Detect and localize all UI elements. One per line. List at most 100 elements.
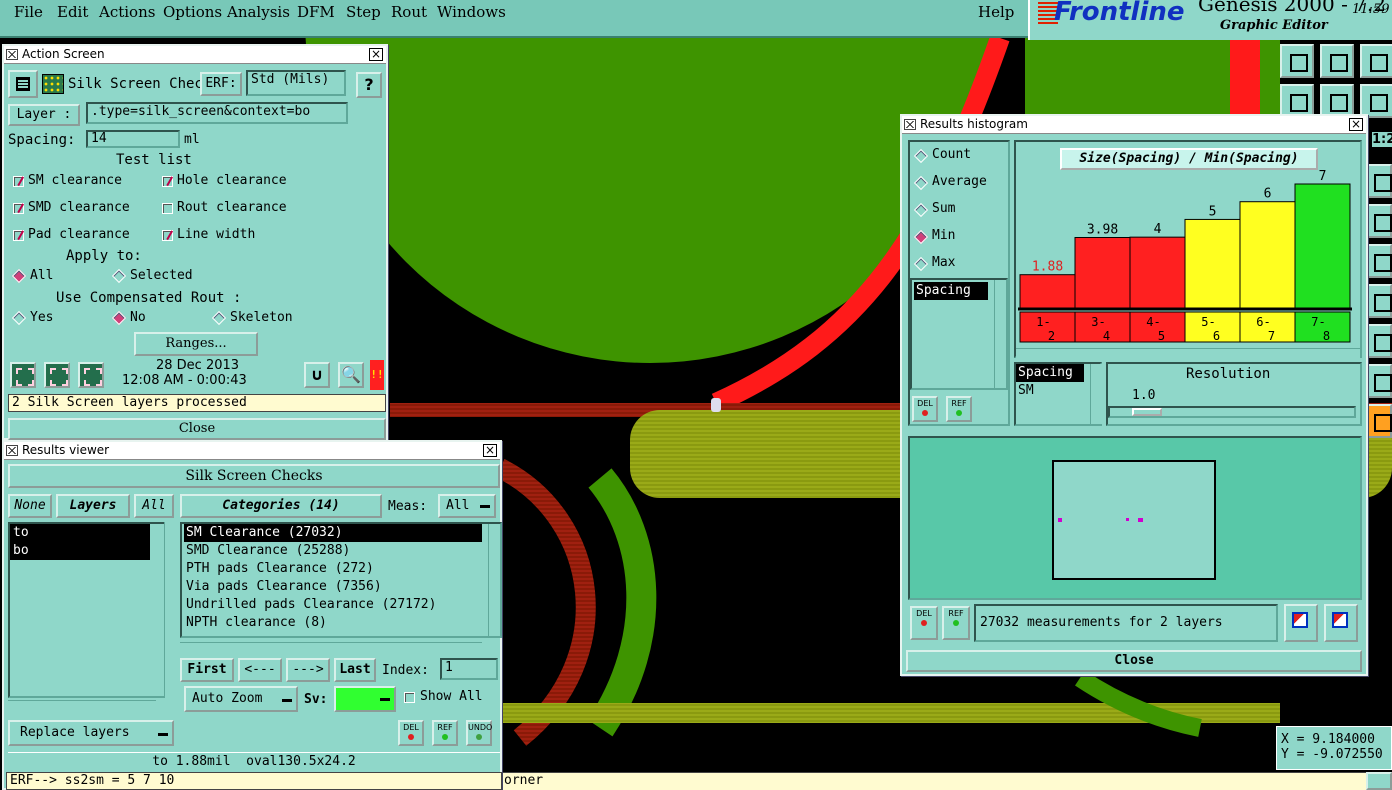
- legend-item[interactable]: SM: [1016, 382, 1100, 400]
- marker-pin[interactable]: [711, 398, 721, 412]
- bottom-right-button[interactable]: [1366, 772, 1392, 790]
- window-menu-icon[interactable]: [6, 445, 18, 456]
- test-checkbox[interactable]: [13, 203, 24, 214]
- tool-ruler[interactable]: [1364, 204, 1392, 238]
- histogram-chart[interactable]: 1.881-23.983-444-555-666-777-8: [1016, 170, 1360, 360]
- tool-zoom-home[interactable]: [1280, 44, 1314, 78]
- menu-help[interactable]: Help: [978, 3, 1014, 21]
- layer-item[interactable]: to: [10, 524, 150, 542]
- show-all-checkbox[interactable]: [404, 692, 415, 703]
- preview-ref-button[interactable]: REF: [942, 606, 970, 640]
- layers-all-button[interactable]: All: [134, 494, 174, 518]
- tool-highlight[interactable]: [1364, 364, 1392, 398]
- layer-button[interactable]: Layer :: [8, 104, 80, 126]
- magnify-icon[interactable]: 🔍: [338, 362, 364, 388]
- magnet-icon[interactable]: ∪: [304, 362, 330, 388]
- category-item[interactable]: Undrilled pads Clearance (27172): [184, 596, 500, 614]
- resolution-slider-handle[interactable]: [1132, 408, 1162, 416]
- next-button[interactable]: --->: [286, 658, 330, 682]
- menu-options[interactable]: Options: [163, 3, 222, 21]
- sv-color-dropdown[interactable]: [334, 686, 396, 712]
- preview-pane[interactable]: [908, 436, 1362, 600]
- prev-button[interactable]: <---: [238, 658, 282, 682]
- index-field[interactable]: 1: [440, 658, 498, 680]
- tool-measure[interactable]: [1364, 324, 1392, 358]
- chart-hscrollbar[interactable]: [1016, 348, 1360, 358]
- results-viewer-titlebar[interactable]: Results viewer ×: [4, 442, 500, 460]
- layer-filter-field[interactable]: .type=silk_screen&context=bo: [86, 102, 348, 124]
- category-item[interactable]: SM Clearance (27032): [184, 524, 482, 542]
- histogram-bar[interactable]: [1129, 236, 1186, 309]
- layers-none-button[interactable]: None: [8, 494, 52, 518]
- measure-item[interactable]: Spacing: [914, 282, 988, 300]
- close-icon[interactable]: ×: [1349, 118, 1363, 131]
- tool-layers[interactable]: [1364, 164, 1392, 198]
- tool-zoom-in[interactable]: [1320, 44, 1354, 78]
- erf-button[interactable]: ERF:: [200, 72, 242, 96]
- histogram-titlebar[interactable]: Results histogram ×: [902, 116, 1366, 134]
- categories-scrollbar[interactable]: [488, 524, 500, 636]
- test-checkbox[interactable]: [162, 176, 173, 187]
- ref-button[interactable]: REF: [432, 720, 458, 746]
- menu-edit[interactable]: Edit: [57, 3, 88, 21]
- run-selected-icon[interactable]: [44, 362, 70, 388]
- categories-button[interactable]: Categories (14): [180, 494, 382, 518]
- run-custom-icon[interactable]: [78, 362, 104, 388]
- legend-item[interactable]: Spacing: [1016, 364, 1084, 382]
- category-item[interactable]: PTH pads Clearance (272): [184, 560, 500, 578]
- preview-del-button[interactable]: DEL: [910, 606, 938, 640]
- layers-scrollbar[interactable]: [164, 522, 176, 698]
- close-icon[interactable]: ×: [369, 48, 383, 61]
- layers-hscrollbar[interactable]: [8, 700, 156, 710]
- tool-home[interactable]: [1360, 44, 1392, 78]
- tool-pan-left[interactable]: [1280, 84, 1314, 118]
- legend-scrollbar[interactable]: [1090, 364, 1102, 424]
- menu-actions[interactable]: Actions: [99, 3, 155, 21]
- test-checkbox[interactable]: [162, 203, 173, 214]
- legend-list[interactable]: Spacing SM: [1014, 362, 1102, 426]
- menu-analysis[interactable]: Analysis: [227, 3, 290, 21]
- measure-scrollbar[interactable]: [994, 280, 1006, 388]
- test-checkbox[interactable]: [13, 176, 24, 187]
- window-menu-icon[interactable]: [904, 119, 916, 130]
- histogram-bar[interactable]: [1184, 218, 1241, 309]
- categories-hscrollbar[interactable]: [180, 642, 482, 652]
- apply-all-radio[interactable]: [11, 268, 27, 284]
- histogram-bar[interactable]: [1074, 236, 1131, 309]
- category-item[interactable]: NPTH clearance (8): [184, 614, 500, 632]
- comp-yes-radio[interactable]: [11, 310, 27, 326]
- hist-ref-button[interactable]: REF: [946, 396, 972, 422]
- histogram-bar[interactable]: [1019, 274, 1076, 309]
- first-button[interactable]: First: [180, 658, 234, 682]
- menu-file[interactable]: File: [14, 3, 43, 21]
- undo-button[interactable]: UNDO: [466, 720, 492, 746]
- tool-pan-right[interactable]: [1320, 84, 1354, 118]
- tool-snap[interactable]: [1364, 244, 1392, 278]
- hist-del-button[interactable]: DEL: [912, 396, 938, 422]
- alert-button[interactable]: !!: [370, 360, 384, 390]
- tool-undo[interactable]: [1364, 284, 1392, 318]
- replace-layers-dropdown[interactable]: Replace layers: [8, 720, 174, 746]
- category-item[interactable]: Via pads Clearance (7356): [184, 578, 500, 596]
- menu-step[interactable]: Step: [346, 3, 381, 21]
- histogram-close-button[interactable]: Close: [906, 650, 1362, 672]
- erf-field[interactable]: Std (Mils): [246, 70, 346, 96]
- close-icon[interactable]: ×: [483, 444, 497, 457]
- del-button[interactable]: DEL: [398, 720, 424, 746]
- export-icon[interactable]: [1284, 604, 1318, 642]
- layer-item[interactable]: bo: [10, 542, 150, 560]
- layers-list[interactable]: to bo: [8, 522, 166, 698]
- spacing-field[interactable]: 14: [86, 130, 180, 148]
- comp-skeleton-radio[interactable]: [211, 310, 227, 326]
- tool-fit[interactable]: [1360, 84, 1392, 118]
- ranges-button[interactable]: Ranges...: [134, 332, 258, 356]
- meas-dropdown[interactable]: All: [438, 494, 496, 518]
- action-screen-titlebar[interactable]: Action Screen ×: [4, 46, 386, 64]
- menu-dfm[interactable]: DFM: [297, 3, 335, 21]
- menu-windows[interactable]: Windows: [437, 3, 506, 21]
- category-item[interactable]: SMD Clearance (25288): [184, 542, 500, 560]
- zoom-dropdown[interactable]: Auto Zoom: [184, 686, 298, 712]
- test-checkbox[interactable]: [13, 230, 24, 241]
- categories-list[interactable]: SM Clearance (27032) SMD Clearance (2528…: [180, 522, 502, 638]
- comp-no-radio[interactable]: [111, 310, 127, 326]
